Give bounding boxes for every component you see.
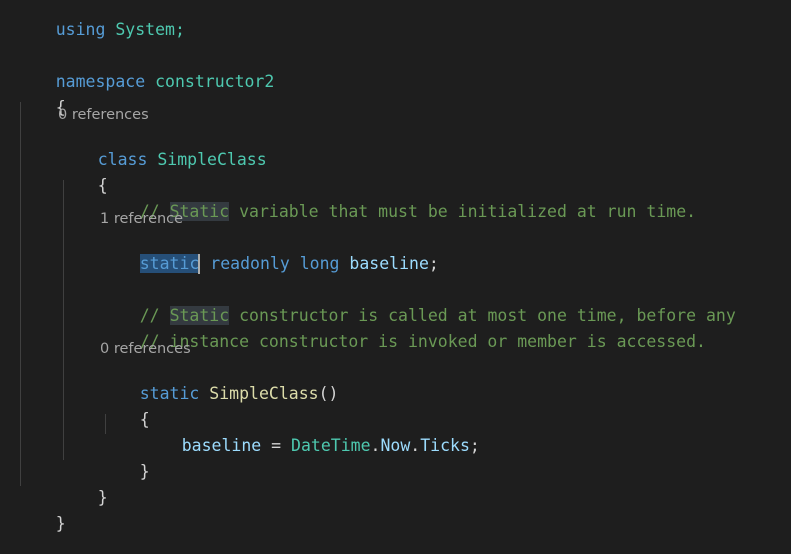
code-editor[interactable]: using System; namespace constructor2 { 0… bbox=[0, 0, 791, 533]
brace-close: } bbox=[97, 488, 108, 507]
member-now: Now bbox=[380, 436, 411, 455]
comment-text: // instance constructor is invoked or me… bbox=[139, 332, 706, 351]
assign-operator: = bbox=[261, 436, 292, 455]
comment-text: variable that must be initialized at run… bbox=[229, 202, 697, 221]
type-datetime: DateTime bbox=[291, 436, 371, 455]
code-line-comment-3: // instance constructor is invoked or me… bbox=[100, 312, 706, 372]
field-name: baseline bbox=[349, 254, 429, 273]
keyword-using: using bbox=[55, 20, 106, 39]
member-ticks: Ticks bbox=[420, 436, 470, 455]
codelens-ctor-references[interactable]: 0 references bbox=[100, 340, 191, 358]
indent-guide-namespace bbox=[20, 102, 21, 486]
ctor-parens: () bbox=[318, 384, 339, 403]
dot: . bbox=[370, 436, 381, 455]
ctor-name: SimpleClass bbox=[209, 384, 319, 403]
dot: . bbox=[410, 436, 421, 455]
keyword-readonly: readonly bbox=[210, 254, 290, 273]
using-target: System; bbox=[115, 20, 185, 39]
semicolon: ; bbox=[428, 254, 439, 273]
namespace-name: constructor2 bbox=[155, 72, 275, 91]
keyword-long: long bbox=[299, 254, 340, 273]
code-line-using: using System; bbox=[16, 0, 185, 60]
code-line-namespace-close: } bbox=[16, 494, 66, 554]
semicolon: ; bbox=[469, 436, 480, 455]
assign-target: baseline bbox=[181, 436, 262, 455]
text-cursor bbox=[198, 254, 201, 274]
code-line-comment-1: // Static variable that must be initiali… bbox=[100, 182, 696, 242]
code-line-field: static readonly long baseline; bbox=[100, 234, 439, 294]
keyword-namespace: namespace bbox=[55, 72, 146, 91]
brace-close: } bbox=[139, 462, 150, 481]
codelens-class-references[interactable]: 0 references bbox=[58, 106, 149, 124]
codelens-field-references[interactable]: 1 reference bbox=[100, 210, 183, 228]
indent-guide-class bbox=[63, 180, 64, 460]
keyword-static-selected[interactable]: static bbox=[139, 254, 200, 273]
brace-close: } bbox=[55, 514, 66, 533]
code-line-assign: baseline = DateTime.Now.Ticks; bbox=[142, 416, 480, 476]
class-name: SimpleClass bbox=[157, 150, 267, 169]
